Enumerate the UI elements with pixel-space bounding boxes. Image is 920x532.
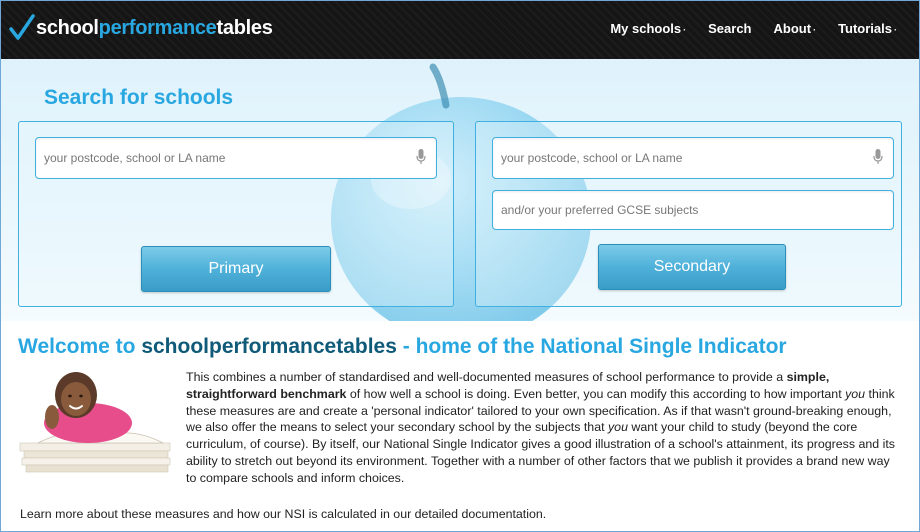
nav-about[interactable]: About · xyxy=(774,21,817,36)
learn-more-text[interactable]: Learn more about these measures and how … xyxy=(20,507,546,521)
checkmark-icon xyxy=(9,14,35,40)
secondary-search-panel: Secondary xyxy=(475,121,902,307)
primary-button[interactable]: Primary xyxy=(141,246,331,292)
secondary-search-input[interactable] xyxy=(493,138,893,178)
logo-text: schoolperformancetables xyxy=(36,16,273,39)
primary-search-field[interactable] xyxy=(35,137,437,179)
microphone-icon[interactable] xyxy=(873,149,883,165)
microphone-icon[interactable] xyxy=(416,149,426,165)
secondary-search-field[interactable] xyxy=(492,137,894,179)
nav-search[interactable]: Search xyxy=(708,21,751,36)
nav-my-schools[interactable]: My schools · xyxy=(610,21,686,36)
page-frame: schoolperformancetables My schools · Sear… xyxy=(0,0,920,532)
site-logo[interactable]: schoolperformancetables xyxy=(9,13,273,43)
image-float-spacer xyxy=(20,369,186,475)
welcome-heading: Welcome to schoolperformancetables - hom… xyxy=(18,335,787,358)
search-title: Search for schools xyxy=(44,86,234,109)
primary-search-input[interactable] xyxy=(36,138,436,178)
primary-search-panel: Primary xyxy=(18,121,454,307)
secondary-button[interactable]: Secondary xyxy=(598,244,786,290)
dropdown-arrow-icon: · xyxy=(813,25,817,35)
dropdown-arrow-icon: · xyxy=(894,25,897,35)
main-menu: My schools · Search About · Tutorials · xyxy=(610,21,897,36)
dropdown-arrow-icon: · xyxy=(683,25,687,35)
gcse-subjects-field[interactable] xyxy=(492,190,894,230)
nav-tutorials[interactable]: Tutorials · xyxy=(838,21,897,36)
gcse-subjects-input[interactable] xyxy=(493,191,893,229)
search-hero: Search for schools Primary xyxy=(1,59,919,321)
top-navbar: schoolperformancetables My schools · Sear… xyxy=(1,1,919,59)
intro-paragraph: This combines a number of standardised a… xyxy=(20,369,902,487)
